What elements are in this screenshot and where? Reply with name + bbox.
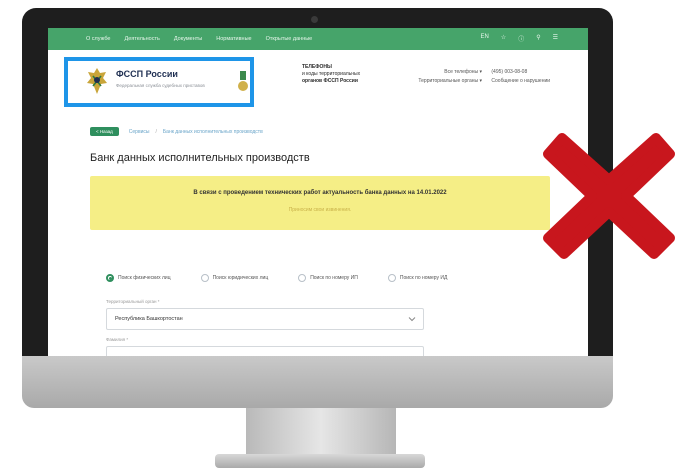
alert-message: В связи с проведением технических работ … — [193, 190, 447, 196]
back-button[interactable]: < Назад — [90, 127, 119, 136]
contact-row: Территориальные органы ▾ Сообщение о нар… — [398, 77, 550, 86]
radio-id-number[interactable]: Поиск по номеру ИД — [387, 274, 448, 282]
favorites-icon[interactable]: ☆ — [501, 34, 506, 43]
region-select-value: Республика Башкортостан — [115, 316, 183, 322]
phones-line-3: органов ФССП России — [302, 78, 358, 84]
lastname-input[interactable] — [106, 346, 424, 356]
logo-subtitle: Федеральная служба судебных приставов — [116, 83, 205, 88]
radio-legal-entities[interactable]: Поиск юридических лиц — [200, 274, 269, 282]
nav-item-about[interactable]: О службе — [86, 36, 110, 42]
nav-utilities: EN ☆ ⓘ ⚲ ☰ — [480, 34, 558, 43]
radio-unselected-icon[interactable] — [387, 274, 396, 282]
nav-item-open-data[interactable]: Открытые данные — [266, 36, 313, 42]
monitor-stand-neck — [246, 408, 396, 456]
red-cross-icon — [543, 133, 675, 259]
radio-label: Поиск по номеру ИП — [310, 275, 358, 281]
language-switch[interactable]: EN — [480, 34, 488, 43]
menu-icon[interactable]: ☰ — [553, 34, 558, 43]
maintenance-alert: В связи с проведением технических работ … — [90, 176, 550, 230]
radio-selected-icon[interactable] — [106, 274, 114, 282]
radio-individuals[interactable]: Поиск физических лиц — [106, 274, 171, 282]
nav-item-normative[interactable]: Нормативные — [216, 36, 251, 42]
page-title: Банк данных исполнительных производств — [90, 152, 310, 164]
phones-block[interactable]: ТЕЛЕФОНЫ и коды территориальных органов … — [302, 64, 382, 85]
lastname-field-label: Фамилия * — [106, 337, 129, 342]
hotline-number[interactable]: (495) 003-08-08 — [491, 68, 527, 77]
all-phones-link[interactable]: Все телефоны ▾ — [398, 68, 482, 77]
breadcrumb: < Назад Сервисы / Банк данных исполнител… — [90, 127, 269, 136]
phones-line-2: и коды территориальных — [302, 71, 361, 77]
radio-ip-number[interactable]: Поиск по номеру ИП — [298, 274, 358, 282]
site-header: ФССП России Федеральная служба судебных … — [48, 50, 588, 110]
search-icon[interactable]: ⚲ — [536, 34, 540, 43]
phones-title: ТЕЛЕФОНЫ — [302, 64, 332, 70]
contact-row: Все телефоны ▾ (495) 003-08-08 — [398, 68, 550, 77]
search-type-radios: Поиск физических лиц Поиск юридических л… — [106, 274, 477, 282]
radio-unselected-icon[interactable] — [200, 274, 209, 282]
info-icon[interactable]: ⓘ — [518, 34, 524, 43]
fssp-emblem-icon — [87, 68, 107, 94]
monitor-chin — [22, 356, 613, 408]
region-field-label: Территориальный орган * — [106, 299, 160, 304]
breadcrumb-separator: / — [155, 128, 157, 135]
medal-icon — [238, 71, 248, 91]
webcam-icon — [311, 16, 318, 23]
top-navigation: О службе Деятельность Документы Норматив… — [48, 28, 588, 50]
screen: О службе Деятельность Документы Норматив… — [48, 28, 588, 356]
breadcrumb-item-services[interactable]: Сервисы — [129, 129, 150, 135]
radio-label: Поиск юридических лиц — [212, 275, 269, 281]
nav-item-documents[interactable]: Документы — [174, 36, 202, 42]
chevron-down-icon — [408, 317, 416, 322]
territorial-bodies-link[interactable]: Территориальные органы ▾ — [398, 77, 482, 86]
alert-apology: Приносим свои извинения. — [288, 207, 352, 213]
nav-item-activity[interactable]: Деятельность — [124, 36, 159, 42]
radio-label: Поиск по номеру ИД — [399, 275, 448, 281]
radio-label: Поиск физических лиц — [118, 275, 171, 281]
monitor-stand-base — [215, 454, 425, 468]
logo-highlight-box[interactable]: ФССП России Федеральная служба судебных … — [64, 57, 254, 107]
region-select[interactable]: Республика Башкортостан — [106, 308, 424, 330]
contacts-block: Все телефоны ▾ (495) 003-08-08 Территори… — [398, 68, 550, 86]
report-violation-link[interactable]: Сообщение о нарушении — [491, 77, 550, 86]
logo-title: ФССП России — [116, 69, 178, 79]
breadcrumb-item-current[interactable]: Банк данных исполнительных производств — [163, 129, 263, 135]
radio-unselected-icon[interactable] — [298, 274, 307, 282]
